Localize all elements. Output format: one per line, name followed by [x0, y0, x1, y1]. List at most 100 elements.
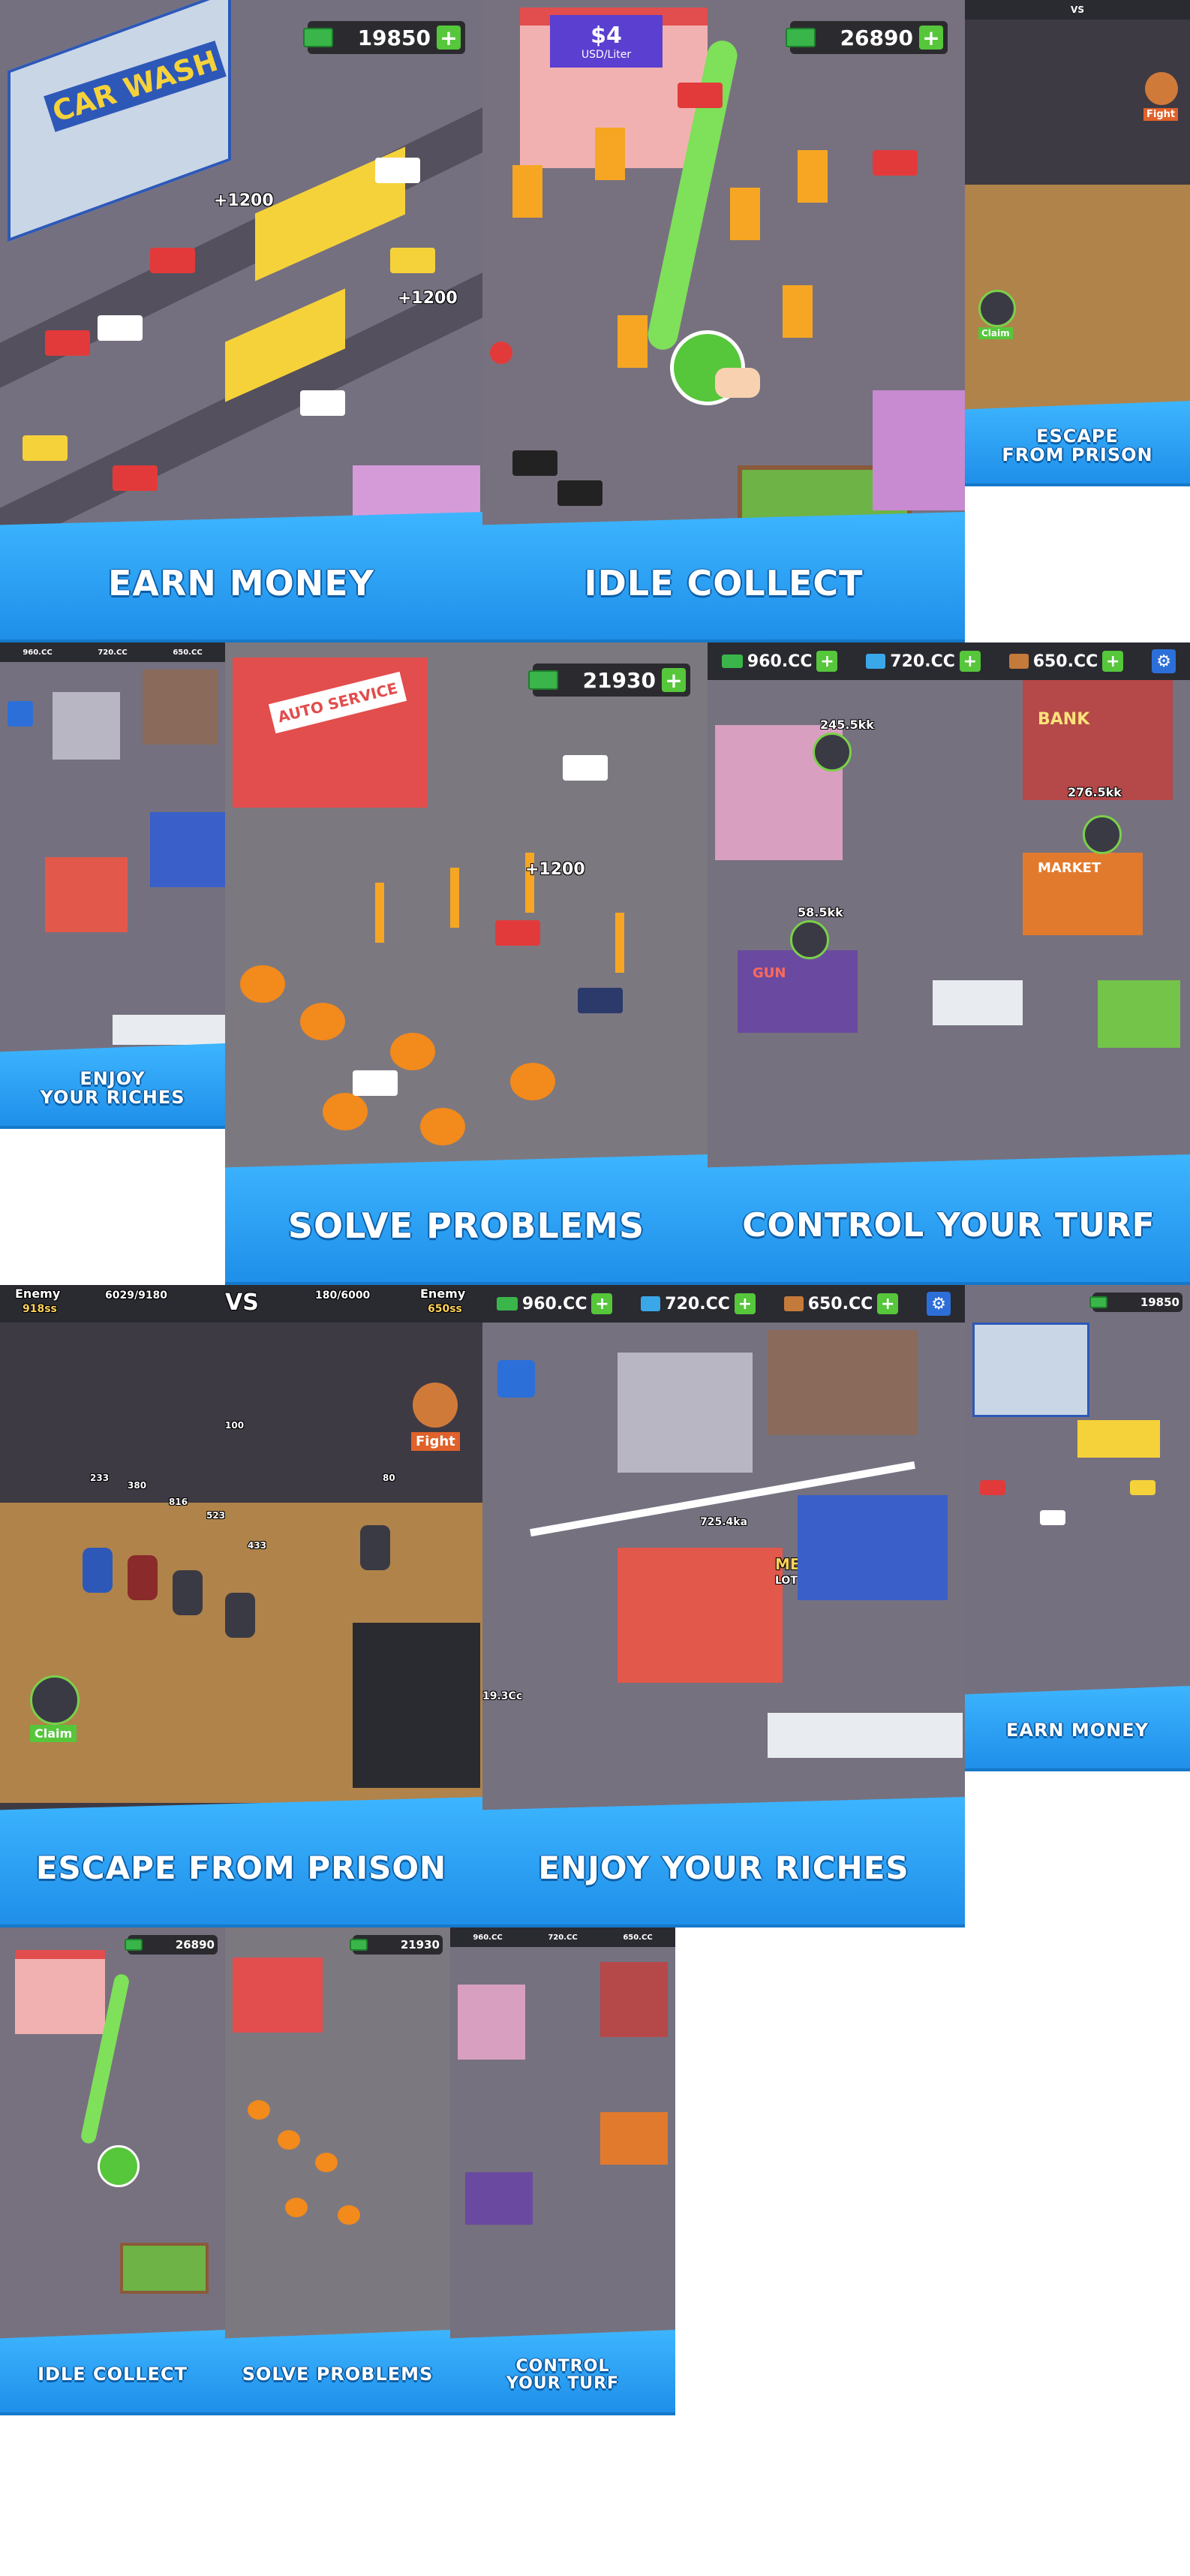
diamond-icon [641, 1296, 661, 1311]
enemy-label-left: Enemy [15, 1286, 61, 1301]
caption-text: SOLVE PROBLEMS [242, 2364, 434, 2385]
price-sign: $4 USD/Liter [550, 15, 663, 68]
fight-button[interactable]: Fight [411, 1432, 460, 1451]
collect-button[interactable] [98, 2145, 140, 2187]
fire [285, 2198, 308, 2217]
truck [933, 980, 1023, 1025]
cash-icon [350, 1939, 368, 1951]
vs-label: VS [225, 1290, 259, 1316]
fire [323, 1093, 368, 1130]
money-float: +1200 [525, 860, 585, 879]
avatar [813, 733, 852, 772]
screenshot-enjoy-riches: 960.CC+ 720.CC+ 650.CC+ ⚙ MEGA LOTTERY 7… [482, 1285, 965, 1927]
fire [338, 2205, 360, 2225]
screenshot-idle-collect-small: 26890 IDLE COLLECT [0, 1927, 225, 2415]
car [98, 315, 143, 341]
cash-icon [303, 28, 333, 47]
home-button[interactable] [497, 1360, 535, 1398]
settings-gear-icon[interactable]: ⚙ [1152, 649, 1176, 673]
money-float: +1200 [214, 191, 274, 210]
claim-icon [30, 1675, 80, 1725]
income-value: 58.5kk [798, 905, 843, 919]
add-ammo-button[interactable]: + [1102, 651, 1124, 672]
wash-bay [1077, 1420, 1160, 1458]
gun-shop-building [738, 950, 858, 1033]
money-float: +1200 [398, 289, 458, 308]
claim-button[interactable]: Claim [30, 1725, 77, 1742]
fire [390, 1033, 435, 1070]
add-ammo-button[interactable]: + [877, 1293, 899, 1314]
screenshot-control-turf: 960.CC + 720.CC + 650.CC + ⚙ BANK MARKET GU… [708, 642, 1190, 1285]
cash-icon [496, 1297, 518, 1311]
damage-number: 816 [169, 1497, 188, 1507]
screenshot-escape-small: VS Fight Claim ESCAPE FROM PRISON [965, 0, 1190, 486]
resource-bar: 960.CC + 720.CC + 650.CC + ⚙ [482, 1285, 965, 1323]
cash-counter: 21930 + [528, 664, 690, 697]
add-cash-button[interactable]: + [816, 651, 838, 672]
resource-bar: 960.CC 720.CC 650.CC [0, 642, 225, 662]
home-button[interactable] [8, 701, 33, 727]
fight-label[interactable]: Fight [1143, 108, 1179, 121]
add-cash-button[interactable]: + [919, 26, 943, 50]
car [23, 435, 68, 461]
add-diamond-button[interactable]: + [959, 651, 981, 672]
car [150, 248, 195, 273]
enemy-score-left: 918ss [23, 1303, 57, 1315]
lottery-building [45, 857, 128, 932]
income-value: 276.5kk [1068, 785, 1122, 799]
building [768, 1330, 918, 1435]
caption-banner: CONTROL YOUR TURF [450, 2330, 675, 2415]
car [45, 330, 90, 356]
fire [420, 1108, 465, 1145]
car-wash-building [8, 0, 231, 242]
add-cash-button[interactable]: + [591, 1293, 613, 1314]
income-value: 245.5kk [820, 718, 874, 732]
screenshot-escape-prison: Enemy 918ss 6029/9180 VS 180/6000 Enemy … [0, 1285, 482, 1927]
gas-pump [730, 188, 760, 240]
income-value: 725.4ka [700, 1516, 748, 1528]
caption-banner: SOLVE PROBLEMS [225, 1154, 708, 1285]
blue-building [798, 1495, 948, 1600]
cash-icon [721, 655, 743, 668]
cash-icon [786, 28, 816, 47]
gun-shop-building [465, 2172, 533, 2225]
fighter [360, 1525, 390, 1570]
enemy-label-right: Enemy [420, 1286, 466, 1301]
caption-text: ESCAPE FROM PRISON [35, 1849, 447, 1886]
resource-bar: 960.CC 720.CC 650.CC [450, 1927, 675, 1947]
claim-button[interactable]: Claim [978, 327, 1013, 339]
damage-number: 433 [248, 1540, 267, 1551]
screenshot-control-turf-small: 960.CC 720.CC 650.CC CONTROL YOUR TURF [450, 1927, 675, 2415]
caption-banner: ESCAPE FROM PRISON [0, 1797, 482, 1927]
enemy-score-right: 650ss [428, 1303, 462, 1315]
fighter [83, 1548, 113, 1593]
screenshot-idle-collect: $4 USD/Liter 26890 + IDLE COLLECT [482, 0, 965, 642]
purple-building [873, 390, 965, 510]
green-hedge [120, 2243, 209, 2294]
fire [278, 2130, 300, 2150]
gas-pump [783, 285, 813, 338]
train [113, 1015, 225, 1045]
bullet-icon [1008, 654, 1029, 669]
cash-icon [1089, 1296, 1107, 1308]
car-wash-building [972, 1323, 1089, 1417]
fight-icon [413, 1383, 458, 1428]
gun-sign: GUN [753, 965, 786, 981]
lift-post [450, 868, 459, 928]
add-cash-button[interactable]: + [437, 26, 461, 50]
caption-text: EARN MONEY [1005, 1720, 1149, 1741]
caption-banner: EARN MONEY [0, 512, 482, 642]
prison-stairs [353, 1623, 480, 1788]
gas-pump [618, 315, 648, 368]
add-diamond-button[interactable]: + [734, 1293, 756, 1314]
settings-gear-icon[interactable]: ⚙ [927, 1292, 951, 1316]
gas-pump [798, 150, 828, 203]
vs-bar: VS [965, 0, 1190, 20]
lift-post [375, 883, 384, 943]
cash-icon [528, 670, 558, 690]
add-cash-button[interactable]: + [662, 668, 686, 693]
car [1130, 1480, 1155, 1495]
train [768, 1713, 963, 1758]
bullet-icon [783, 1296, 804, 1311]
gas-station-building [15, 1950, 105, 2034]
